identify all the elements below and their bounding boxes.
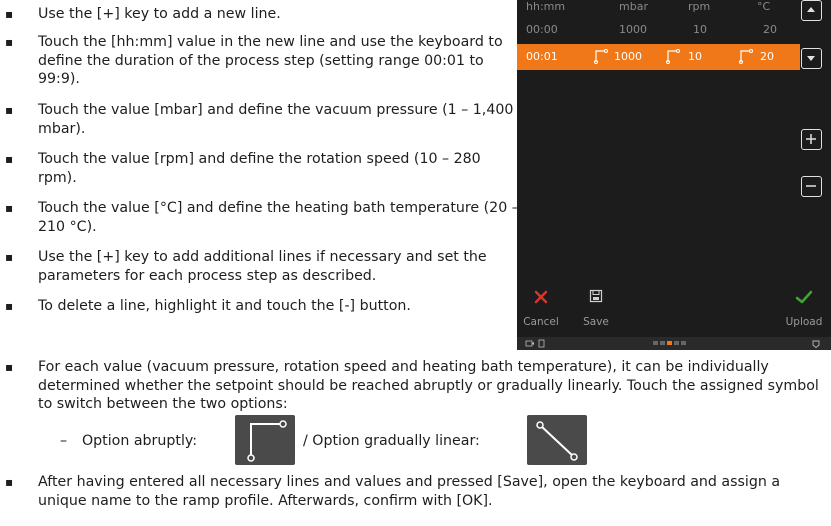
save-button[interactable]: Save bbox=[581, 288, 611, 328]
instruction-text: Use the [+] key to add additional lines … bbox=[38, 249, 487, 284]
add-line-button[interactable] bbox=[801, 129, 822, 150]
cancel-x-icon bbox=[534, 290, 548, 304]
instruction-text: To delete a line, highlight it and touch… bbox=[38, 298, 411, 314]
cell-temp[interactable]: 20 bbox=[763, 23, 777, 41]
column-header-temp: °C bbox=[757, 0, 771, 13]
cell-mbar[interactable]: 1000 bbox=[619, 23, 647, 41]
save-label: Save bbox=[583, 316, 609, 328]
ramp-linear-icon bbox=[527, 415, 587, 465]
page-indicator bbox=[653, 341, 686, 345]
floppy-disk-icon bbox=[589, 289, 603, 303]
upload-button[interactable]: Upload bbox=[779, 288, 829, 328]
instruction-text: Touch the value [rpm] and define the rot… bbox=[38, 151, 481, 186]
bullet-marker: ▪ bbox=[5, 299, 14, 313]
ramp-abrupt-icon[interactable] bbox=[593, 48, 609, 68]
cell-rpm[interactable]: 10 bbox=[693, 23, 707, 41]
bullet-marker: ▪ bbox=[5, 360, 14, 374]
ramp-profile-screen: hh:mm mbar rpm °C 00:00 1000 10 20 00:01… bbox=[517, 0, 831, 350]
cell-mbar[interactable]: 1000 bbox=[614, 50, 642, 63]
cell-rpm[interactable]: 10 bbox=[688, 50, 702, 63]
option-linear-label: / Option gradually linear: bbox=[303, 433, 480, 449]
ramp-abrupt-icon bbox=[235, 415, 295, 465]
ramp-abrupt-icon[interactable] bbox=[738, 48, 754, 68]
upload-label: Upload bbox=[785, 316, 823, 328]
bullet-marker: ▪ bbox=[5, 35, 14, 49]
instruction-text: Touch the [hh:mm] value in the new line … bbox=[38, 34, 503, 87]
table-row-selected[interactable]: 00:01 1000 10 20 bbox=[517, 44, 800, 70]
instruction-text: Touch the value [mbar] and define the va… bbox=[38, 102, 514, 137]
bullet-marker: ▪ bbox=[5, 201, 14, 215]
arrow-up-icon bbox=[807, 7, 815, 12]
save-instruction-text: After having entered all necessary lines… bbox=[38, 474, 781, 509]
bullet-marker: ▪ bbox=[5, 7, 14, 21]
bullet-marker: ▪ bbox=[5, 152, 14, 166]
switch-option-text: For each value (vacuum pressure, rotatio… bbox=[38, 359, 819, 412]
status-icons bbox=[525, 339, 545, 348]
minus-icon bbox=[806, 185, 816, 187]
ramp-abrupt-icon[interactable] bbox=[665, 48, 681, 68]
cancel-label: Cancel bbox=[523, 316, 559, 328]
bullet-marker: ▪ bbox=[5, 103, 14, 117]
shield-icon bbox=[812, 340, 820, 349]
status-bar bbox=[517, 337, 831, 350]
cell-time[interactable]: 00:01 bbox=[526, 50, 558, 63]
instruction-text: Touch the value [°C] and define the heat… bbox=[38, 200, 519, 235]
column-header-time: hh:mm bbox=[526, 0, 566, 13]
arrow-down-icon bbox=[807, 56, 815, 61]
cancel-button[interactable]: Cancel bbox=[521, 288, 561, 328]
scroll-down-button[interactable] bbox=[801, 48, 822, 69]
option-dash: – bbox=[60, 433, 68, 449]
instruction-text: Use the [+] key to add a new line. bbox=[38, 6, 281, 22]
column-header-rpm: rpm bbox=[688, 0, 711, 13]
option-abrupt-label: Option abruptly: bbox=[82, 433, 198, 449]
delete-line-button[interactable] bbox=[801, 176, 822, 197]
bullet-marker: ▪ bbox=[5, 250, 14, 264]
cell-temp[interactable]: 20 bbox=[760, 50, 774, 63]
plus-icon bbox=[806, 134, 816, 144]
checkmark-icon bbox=[795, 290, 813, 304]
bullet-marker: ▪ bbox=[5, 475, 14, 489]
scroll-up-button[interactable] bbox=[801, 0, 822, 21]
option-examples: – Option abruptly: / Option gradually li… bbox=[0, 412, 831, 470]
column-header-mbar: mbar bbox=[619, 0, 648, 13]
cell-time[interactable]: 00:00 bbox=[526, 23, 558, 41]
